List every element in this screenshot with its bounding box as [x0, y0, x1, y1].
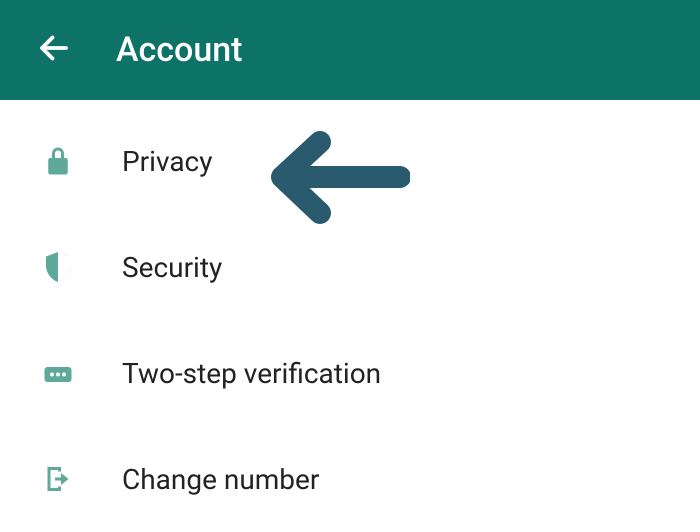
app-header: Account: [0, 0, 700, 100]
list-item-two-step[interactable]: Two-step verification: [0, 320, 700, 426]
shield-icon: [40, 249, 76, 285]
page-title: Account: [116, 30, 243, 70]
back-arrow-icon: [36, 30, 72, 70]
dots-icon: [40, 355, 76, 391]
lock-icon: [40, 143, 76, 179]
list-item-label: Privacy: [122, 145, 212, 178]
list-item-security[interactable]: Security: [0, 214, 700, 320]
list-item-privacy[interactable]: Privacy: [0, 108, 700, 214]
exit-icon: [40, 461, 76, 497]
list-item-label: Security: [122, 251, 222, 284]
list-item-label: Change number: [122, 463, 319, 496]
list-item-change-number[interactable]: Change number: [0, 426, 700, 532]
settings-list: Privacy Security Two-step verification: [0, 100, 700, 532]
back-button[interactable]: [30, 26, 78, 74]
list-item-label: Two-step verification: [122, 357, 381, 390]
